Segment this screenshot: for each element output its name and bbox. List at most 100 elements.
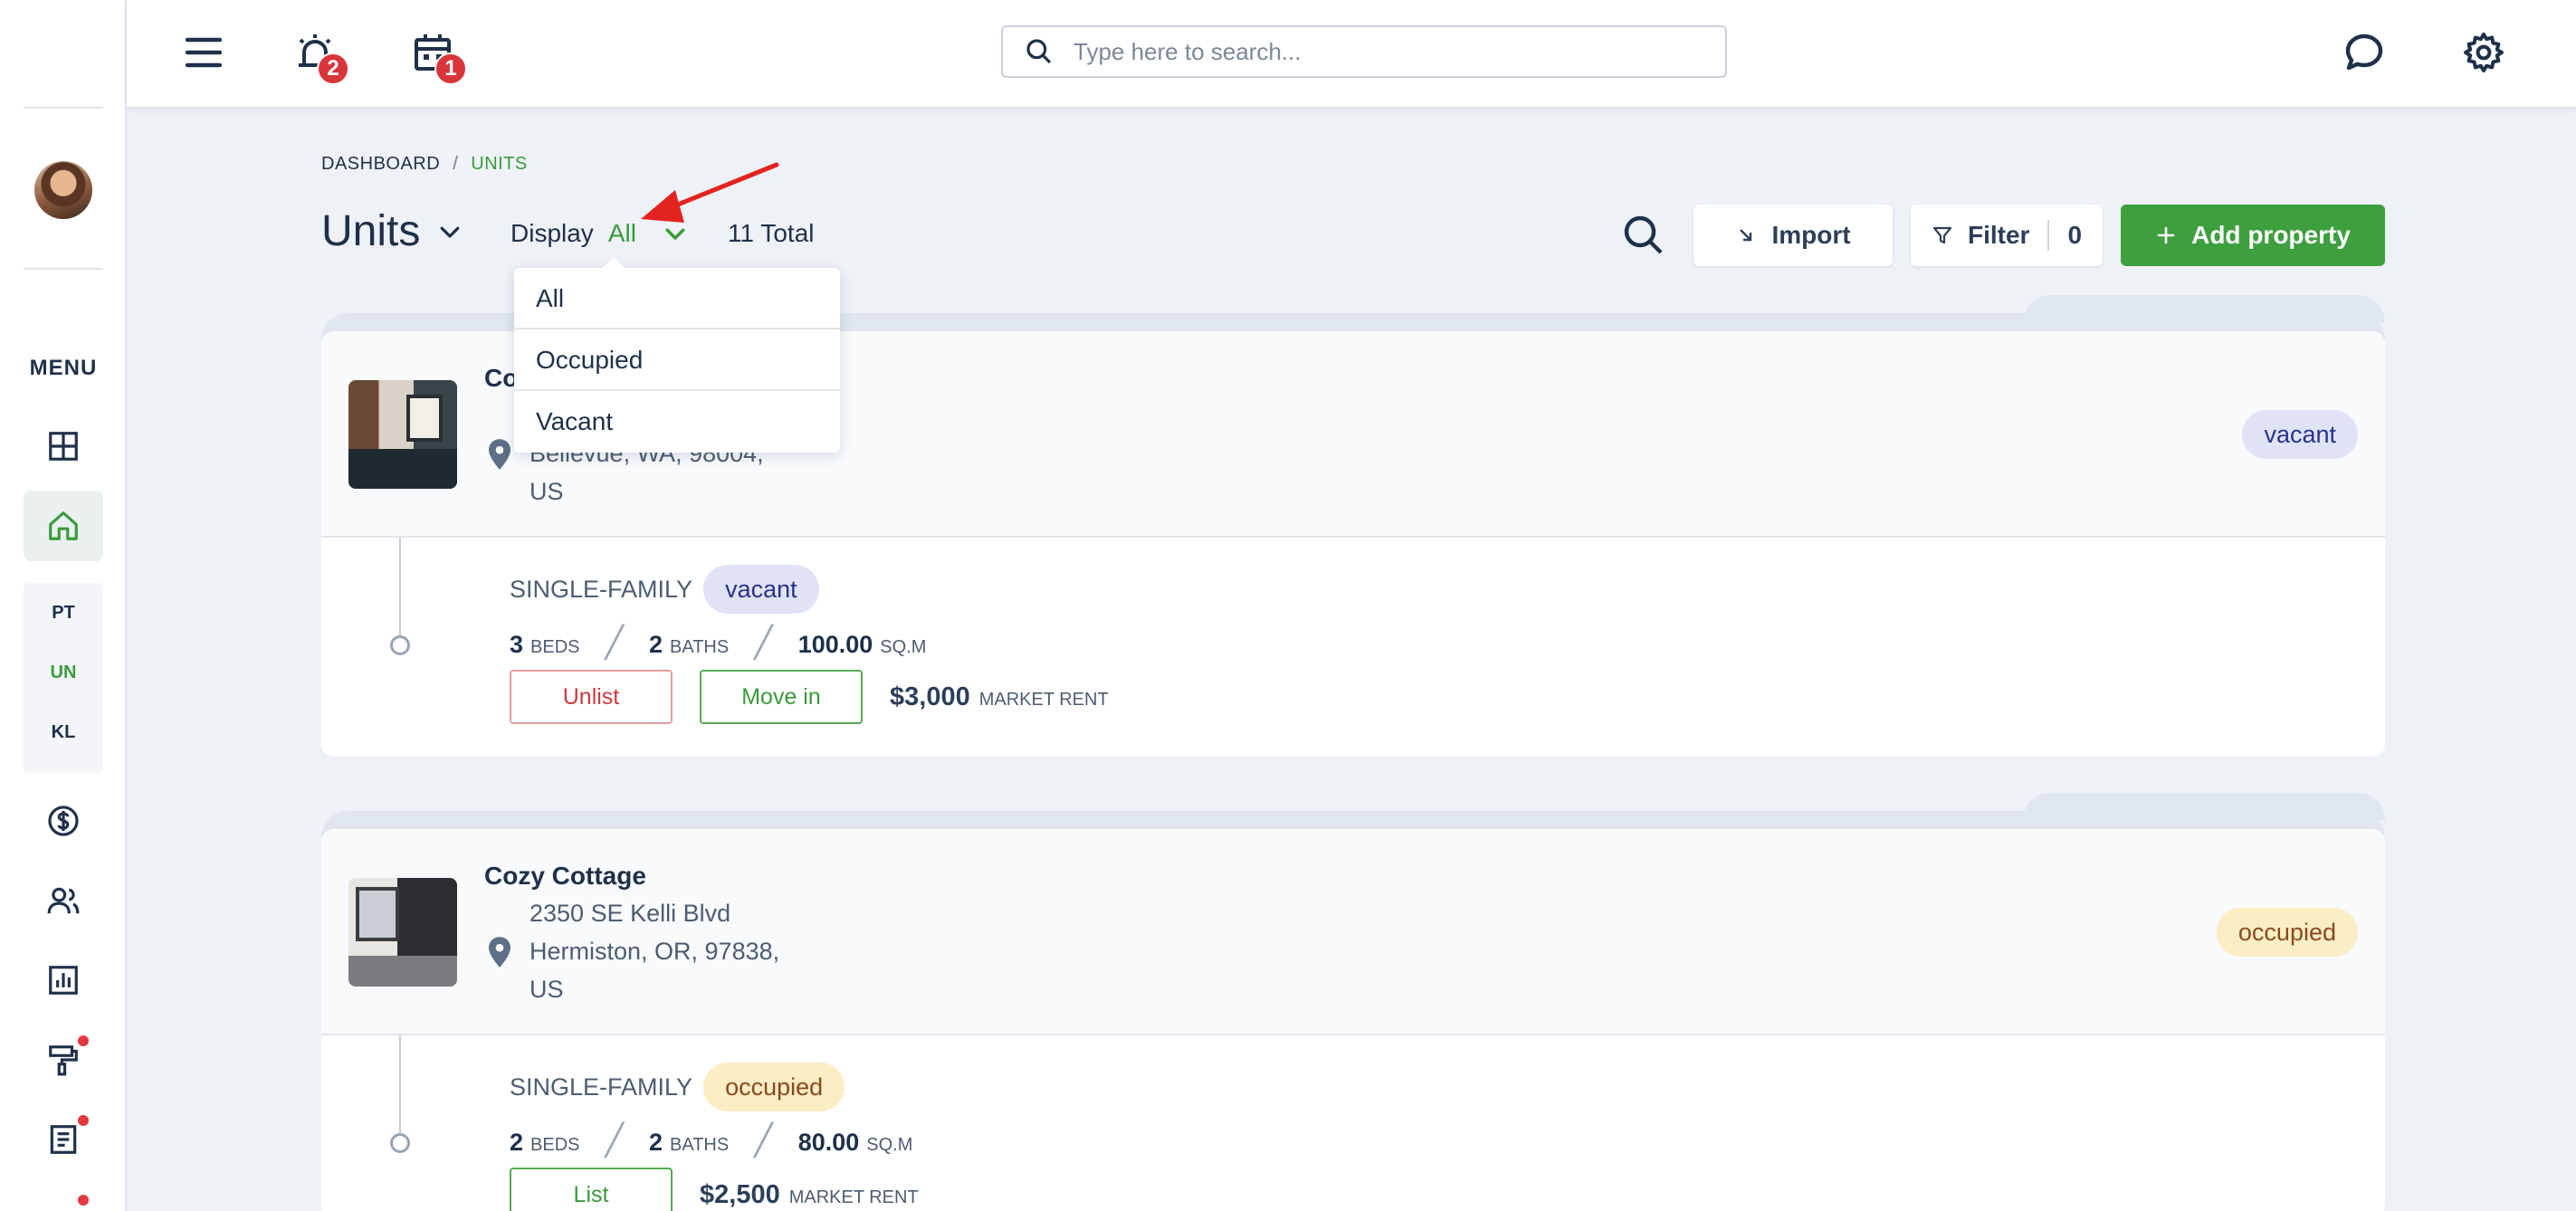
gear-icon (2464, 33, 2504, 72)
import-arrow-icon (1740, 229, 1752, 242)
app-logo[interactable] (34, 45, 89, 81)
document-icon (50, 1125, 77, 1154)
sidebar-sub-item-kl[interactable]: KL (24, 702, 103, 762)
page-title[interactable]: Units (321, 206, 463, 256)
rent-value: $2,500 (700, 1180, 780, 1209)
page-title-text: Units (321, 207, 421, 255)
beds-label: BEDS (530, 637, 580, 657)
calendar-badge: 1 (434, 52, 467, 85)
unlist-button[interactable]: Unlist (510, 670, 673, 724)
sidebar: MENU PT UN KL (0, 0, 127, 1211)
settings-button[interactable] (2457, 25, 2511, 80)
property-header[interactable]: Cozy Cottage 2350 SE Kelli Blvd Hermisto… (321, 829, 2385, 1035)
status-badge: occupied (2216, 908, 2358, 957)
area-value: 80.00 (797, 1129, 860, 1156)
sidebar-item-dashboard[interactable] (24, 411, 103, 482)
property-name[interactable]: Co (484, 364, 518, 393)
stat-divider: ╱ (754, 625, 773, 660)
sidebar-sub-item-un[interactable]: UN (24, 643, 103, 702)
dropdown-option-all[interactable]: All (514, 268, 840, 329)
property-photo (348, 878, 457, 987)
top-bar: 2 1 (127, 0, 2576, 109)
chat-button[interactable] (2337, 25, 2391, 80)
alerts-button[interactable]: 2 (288, 25, 349, 85)
rent-value: $3,000 (890, 682, 970, 711)
chat-bubble-icon (2345, 33, 2383, 71)
property-card: Cozy Cottage 2350 SE Kelli Blvd Hermisto… (321, 829, 2385, 1211)
address-line: US (530, 976, 564, 1003)
paint-roller-icon (49, 1045, 78, 1076)
property-photo (348, 380, 457, 489)
unit-status-badge: vacant (703, 565, 819, 614)
calendar-button[interactable]: 1 (405, 25, 467, 85)
bar-chart-icon (49, 966, 78, 995)
search-icon (1026, 39, 1052, 64)
dropdown-option-vacant[interactable]: Vacant (514, 391, 840, 453)
unit-type-label: SINGLE-FAMILY (510, 1073, 693, 1101)
filter-button[interactable]: Filter 0 (1911, 205, 2103, 266)
dollar-circle-icon (48, 806, 79, 836)
sidebar-item-documents[interactable] (24, 1104, 103, 1175)
card-tab-right (2023, 793, 2385, 820)
breadcrumb-units: UNITS (471, 154, 528, 174)
sidebar-sub-item-pt[interactable]: PT (24, 583, 103, 643)
rent-label: MARKET RENT (788, 1187, 919, 1207)
import-button[interactable]: Import (1693, 205, 1893, 266)
area-value: 100.00 (797, 631, 873, 658)
list-button[interactable]: List (510, 1168, 673, 1211)
dropdown-option-occupied[interactable]: Occupied (514, 329, 840, 391)
unit-node (390, 1133, 410, 1153)
home-icon (49, 511, 78, 540)
add-property-button[interactable]: Add property (2121, 205, 2385, 266)
plus-icon (2157, 226, 2175, 244)
property-address: 2350 SE Kelli Blvd Hermiston, OR, 97838,… (530, 894, 779, 1008)
address-line: Hermiston, OR, 97838, (530, 938, 780, 965)
filter-count: 0 (2067, 221, 2083, 249)
beds-value: 2 (510, 1129, 524, 1156)
sidebar-divider (24, 107, 103, 109)
stat-divider: ╱ (605, 1123, 624, 1158)
sidebar-item-properties[interactable] (24, 491, 103, 561)
sidebar-item-people[interactable] (24, 865, 103, 936)
baths-label: BATHS (670, 637, 730, 657)
display-label: Display (510, 219, 594, 247)
funnel-icon (1932, 226, 1952, 244)
beds-label: BEDS (530, 1135, 580, 1155)
search-input[interactable] (1073, 37, 1689, 66)
address-line: US (530, 478, 564, 505)
unit-stats: 3 BEDS ╱ 2 BATHS ╱ 100.00 SQ.M (510, 625, 926, 661)
status-badge: vacant (2242, 410, 2358, 459)
notification-dot (78, 1035, 89, 1046)
beds-value: 3 (510, 631, 524, 658)
sidebar-item-maintenance[interactable] (24, 1025, 103, 1095)
stat-divider: ╱ (605, 625, 624, 660)
baths-value: 2 (648, 631, 663, 658)
annotation-arrow (641, 162, 779, 223)
unit-status-badge: occupied (703, 1063, 845, 1111)
unit-row: SINGLE-FAMILY occupied 2 BEDS ╱ 2 BATHS … (321, 1035, 2385, 1211)
hamburger-menu-button[interactable] (177, 25, 231, 80)
unit-connector (399, 538, 401, 641)
notification-dot (78, 1115, 89, 1126)
unit-type-label: SINGLE-FAMILY (510, 575, 693, 603)
property-name[interactable]: Cozy Cottage (484, 862, 646, 891)
area-label: SQ.M (880, 637, 927, 657)
unit-stats: 2 BEDS ╱ 2 BATHS ╱ 80.00 SQ.M (510, 1122, 912, 1159)
search-icon[interactable] (1622, 214, 1665, 257)
sidebar-item-reports[interactable] (24, 945, 103, 1016)
add-property-label: Add property (2191, 221, 2351, 249)
dashboard-icon (49, 432, 78, 461)
baths-value: 2 (648, 1129, 663, 1156)
address-line: 2350 SE Kelli Blvd (530, 900, 731, 927)
market-rent: $3,000 MARKET RENT (890, 682, 1109, 712)
sidebar-subnav: PT UN KL (24, 583, 103, 773)
location-pin-icon (489, 937, 510, 968)
avatar[interactable] (34, 161, 92, 219)
rent-label: MARKET RENT (978, 690, 1109, 710)
move-in-button[interactable]: Move in (700, 670, 863, 724)
breadcrumb-dashboard[interactable]: DASHBOARD (321, 154, 440, 174)
unit-type: SINGLE-FAMILY occupied (510, 1063, 845, 1111)
import-button-label: Import (1771, 221, 1851, 249)
area-label: SQ.M (866, 1135, 913, 1155)
sidebar-item-payments[interactable] (24, 786, 103, 856)
